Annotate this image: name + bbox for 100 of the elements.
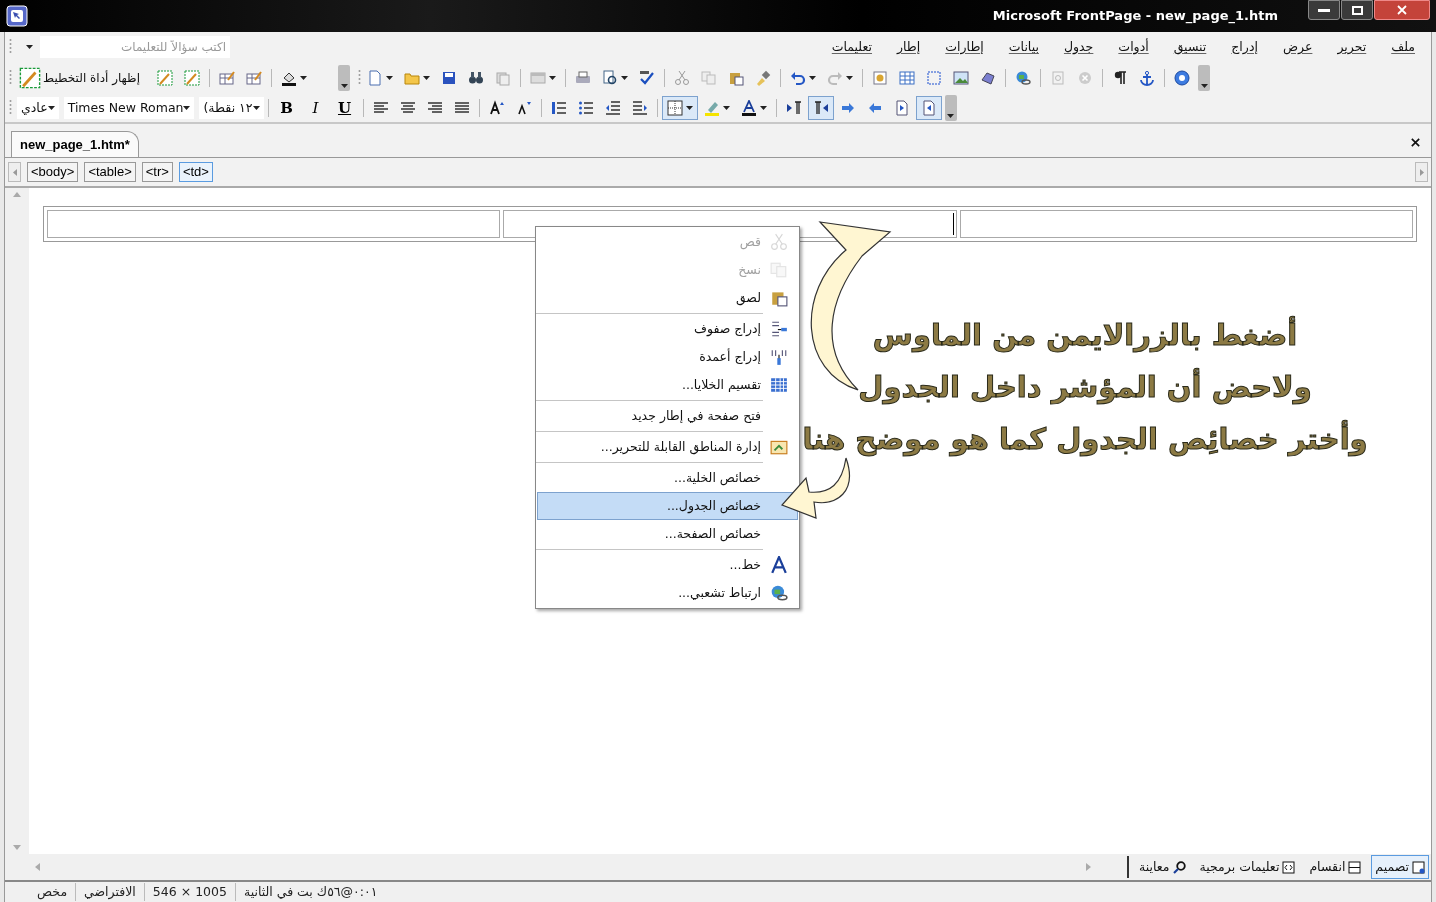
toolbar-grip[interactable] [9, 38, 12, 56]
layout-tool-button[interactable]: إظهار أداة التخطيط [17, 66, 142, 90]
table-cell[interactable] [959, 210, 1413, 238]
menu-item[interactable]: خصائص الصفحة... [537, 520, 798, 548]
app-icon[interactable] [6, 5, 28, 27]
borders-button[interactable] [661, 96, 698, 120]
minimize-button[interactable] [1308, 0, 1340, 20]
menu-item[interactable]: خصائص الجدول... [537, 492, 798, 520]
annotation-text: أضغط بالزرالايمن من الماوس [872, 315, 1298, 354]
underline-button[interactable]: U [330, 96, 359, 120]
caret-icon[interactable] [252, 106, 260, 110]
status-text: ٠:٠١@٥٦ك بت في الثانية [234, 882, 386, 902]
toolbar-grip[interactable] [358, 69, 361, 87]
menu-item[interactable]: أدوات [1118, 37, 1149, 57]
status-text: مخص [36, 882, 69, 902]
view-tab[interactable]: معاينة [1135, 855, 1190, 879]
bold-button[interactable]: B [272, 96, 301, 120]
menu-item[interactable]: جدول [1063, 37, 1094, 57]
caret-icon[interactable] [846, 76, 853, 80]
bookmark-icon [1139, 70, 1155, 86]
caret-icon[interactable] [947, 114, 955, 118]
layers-icon [530, 70, 546, 86]
view-tab[interactable]: تعليمات برمجية [1195, 855, 1300, 879]
menu-item[interactable]: تقسيم الخلايا... [537, 371, 798, 399]
caret-icon[interactable] [300, 76, 307, 80]
caret-icon[interactable] [47, 106, 55, 110]
menu-item[interactable]: تنسيق [1173, 37, 1207, 57]
tag-button[interactable]: <tr> [141, 162, 173, 182]
menu-item[interactable]: ارتباط تشعبي... [537, 579, 798, 607]
menu-item[interactable]: إطار [897, 37, 921, 57]
insert-table-icon [899, 70, 915, 86]
cut-icon [770, 233, 788, 251]
font-size-dropdown[interactable]: ١٢ نقطة) [199, 97, 264, 119]
caret-icon[interactable] [685, 106, 693, 110]
menu-item[interactable]: تحرير [1337, 37, 1367, 57]
toolbar-options-button[interactable] [1198, 65, 1210, 91]
tag-button[interactable]: <table> [84, 162, 136, 182]
copy-pages-icon [495, 70, 511, 86]
view-tab[interactable]: انقسام [1305, 855, 1366, 879]
open-icon [404, 70, 420, 86]
menu-item[interactable]: لصق [537, 284, 798, 312]
right-to-left-button[interactable] [807, 96, 834, 120]
menu-item[interactable]: إطارات [945, 37, 984, 57]
caret-icon[interactable] [549, 76, 556, 80]
caret-icon[interactable] [1200, 84, 1208, 88]
table-cell[interactable] [47, 210, 501, 238]
caret-icon[interactable] [26, 45, 33, 49]
toolbar-grip[interactable] [9, 99, 12, 117]
caret-icon[interactable] [340, 84, 348, 88]
italic-button[interactable]: I [301, 96, 330, 120]
menu-item[interactable]: تعليمات [831, 37, 872, 57]
font-dropdown[interactable]: Times New Roman [63, 97, 195, 119]
new-page-icon [367, 70, 383, 86]
paste-icon [728, 70, 744, 86]
tag-button[interactable]: <td> [178, 162, 213, 182]
menu-item[interactable]: خط... [537, 551, 798, 579]
caret-icon[interactable] [722, 106, 730, 110]
justify-icon [453, 100, 470, 116]
highlight-icon [703, 100, 720, 116]
grid-icon [770, 376, 788, 394]
redo-icon [827, 70, 843, 86]
menu-item[interactable]: إدارة المناطق القابلة للتحرير... [537, 433, 798, 461]
caret-icon[interactable] [809, 76, 816, 80]
menu-item[interactable]: عرض [1282, 37, 1313, 57]
caret-icon[interactable] [621, 76, 628, 80]
menu-item[interactable]: بيانات [1008, 37, 1039, 57]
menu-item[interactable]: إدراج أعمدة [537, 343, 798, 371]
search-icon [1172, 860, 1186, 874]
font-icon [770, 556, 788, 574]
annotation-text: وأختر خصائِص الجدول كما هو موضح هنا [802, 419, 1368, 458]
page-right-to-left-button[interactable] [915, 96, 942, 120]
drawing-icon [980, 70, 996, 86]
caret-icon[interactable] [759, 106, 767, 110]
toolbar-options-button[interactable] [338, 65, 350, 91]
text-cursor [952, 213, 954, 235]
menu-item[interactable]: ملف [1391, 37, 1415, 57]
menu-item[interactable]: إدراج [1231, 37, 1258, 57]
caret-icon[interactable] [423, 76, 430, 80]
design-icon [1412, 860, 1425, 874]
close-button[interactable] [1374, 0, 1430, 20]
menu-item[interactable]: إدراج صفوف [537, 315, 798, 343]
decrease-indent-icon [604, 100, 621, 116]
copy-icon [770, 261, 788, 279]
style-dropdown[interactable]: عادي [17, 97, 59, 119]
insert-columns-icon [770, 348, 788, 366]
format-painter-icon [755, 70, 771, 86]
help-search-field[interactable]: اكتب سؤالاً للتعليمات [40, 36, 230, 58]
view-tab[interactable]: تصميم [1371, 855, 1429, 879]
restore-button[interactable] [1341, 0, 1373, 20]
toolbar-grip[interactable] [9, 69, 12, 87]
tag-button[interactable]: <body> [27, 162, 79, 182]
caret-icon[interactable] [386, 76, 393, 80]
document-tab[interactable]: new_page_1.htm* [11, 131, 139, 157]
toolbar-options-button[interactable] [944, 95, 957, 121]
menu-item[interactable]: فتح صفحة في إطار جديد [537, 402, 798, 430]
cut-icon [674, 70, 690, 86]
caret-icon[interactable] [183, 106, 191, 110]
copy-icon [701, 70, 717, 86]
menu-item[interactable]: خصائص الخلية... [537, 464, 798, 492]
close-icon[interactable] [1410, 137, 1421, 148]
